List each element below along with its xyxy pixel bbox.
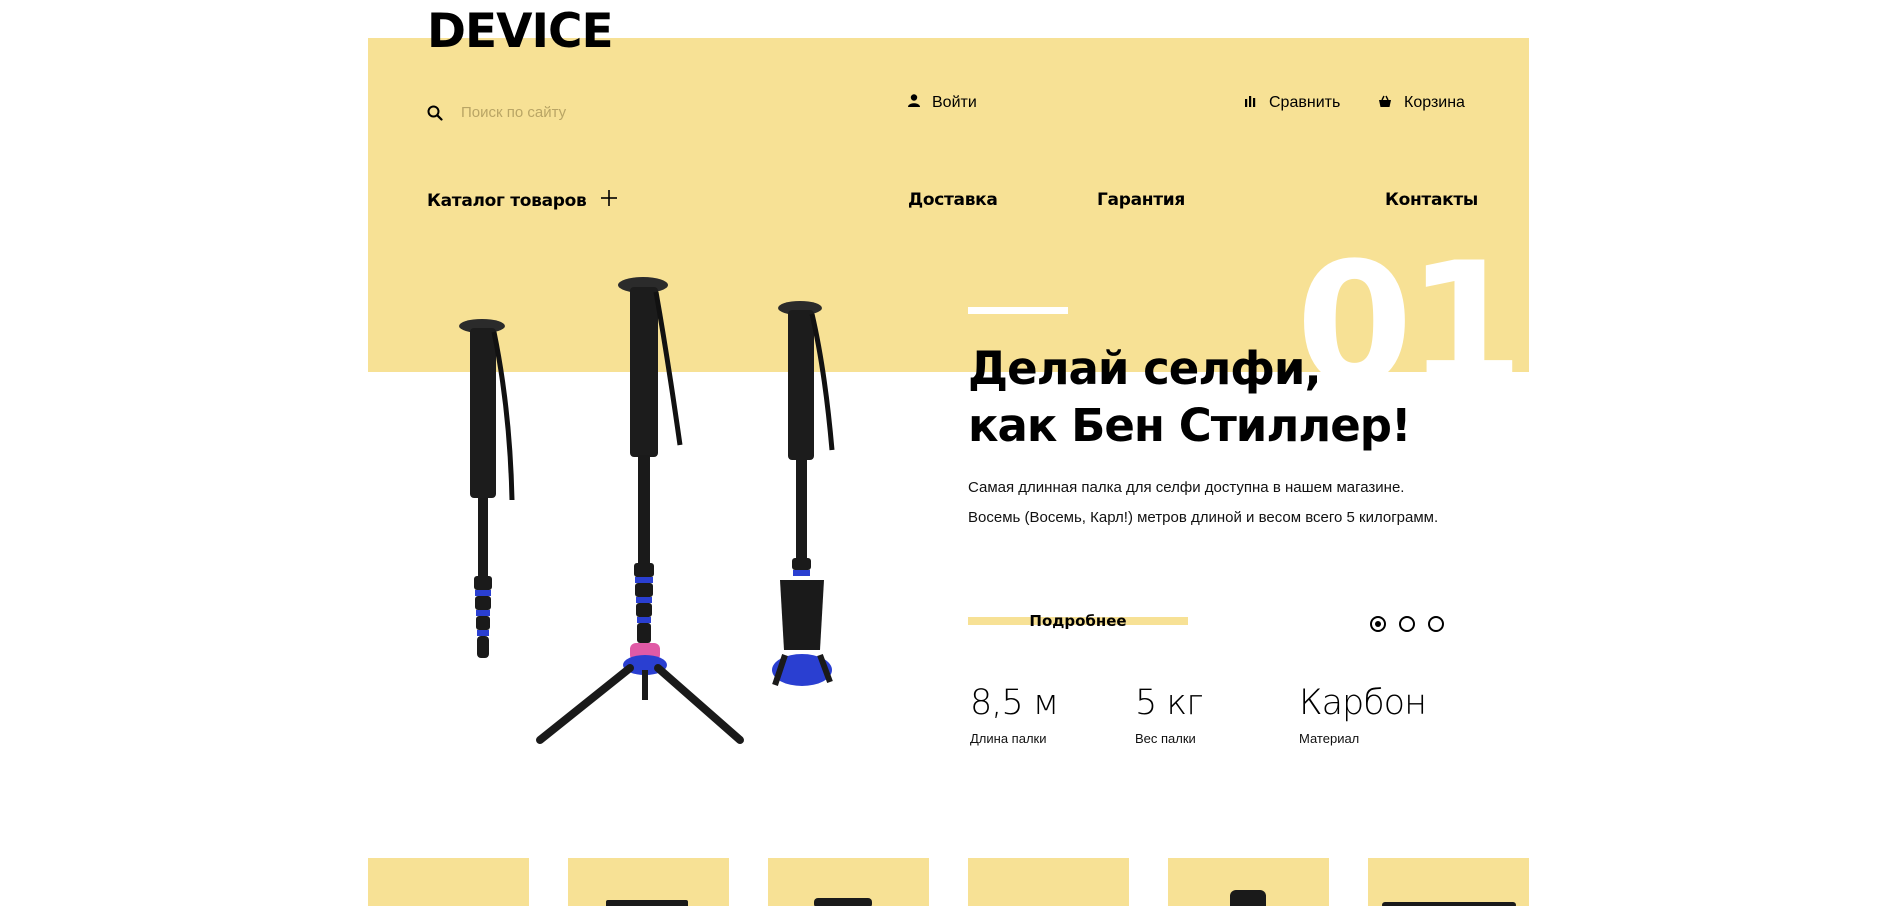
category-tile[interactable] xyxy=(768,858,929,906)
accent-line xyxy=(968,307,1068,314)
spec-caption: Материал xyxy=(1299,730,1360,746)
nav-contacts[interactable]: Контакты xyxy=(1385,190,1478,210)
plus-icon xyxy=(600,190,617,211)
monopod-right xyxy=(772,301,835,686)
catalog-menu[interactable]: Каталог товаров xyxy=(427,190,617,211)
headline-line-1: Делай селфи, xyxy=(968,342,1322,395)
slide-headline: Делай селфи, как Бен Стиллер! xyxy=(968,340,1412,454)
category-tile[interactable] xyxy=(968,858,1129,906)
category-icon xyxy=(1382,902,1516,906)
product-image-monopods xyxy=(440,270,860,770)
slider-dot-2[interactable] xyxy=(1399,616,1415,632)
monopod-left xyxy=(459,319,515,658)
bar-chart-icon xyxy=(1245,94,1257,112)
spec-weight: 5 кг Вес палки xyxy=(1135,683,1203,746)
page: DEVICE Войти Сравнить Корзина Каталог то… xyxy=(0,0,1897,906)
spec-material: Карбон Материал xyxy=(1299,683,1427,746)
nav-warranty[interactable]: Гарантия xyxy=(1097,190,1185,210)
site-logo[interactable]: DEVICE xyxy=(427,8,614,55)
search-bar xyxy=(427,104,661,121)
headline-line-2: как Бен Стиллер! xyxy=(968,399,1412,452)
spec-value: Карбон xyxy=(1299,683,1427,723)
spec-caption: Длина палки xyxy=(970,730,1047,746)
category-icon xyxy=(606,900,688,906)
spec-length: 8,5 м Длина палки xyxy=(970,683,1059,746)
slider-pagination xyxy=(1370,616,1444,632)
compare-link[interactable]: Сравнить xyxy=(1245,94,1340,112)
slider-dot-3[interactable] xyxy=(1428,616,1444,632)
more-button-label: Подробнее xyxy=(1029,612,1127,630)
login-label: Войти xyxy=(932,94,977,111)
category-tile[interactable] xyxy=(1168,858,1329,906)
search-icon[interactable] xyxy=(427,105,443,121)
compare-label: Сравнить xyxy=(1269,94,1341,111)
category-tile[interactable] xyxy=(368,858,529,906)
category-icon xyxy=(1230,890,1266,906)
category-icon xyxy=(814,898,872,906)
nav-delivery[interactable]: Доставка xyxy=(908,190,998,210)
category-tile[interactable] xyxy=(568,858,729,906)
cart-label: Корзина xyxy=(1404,94,1465,111)
spec-value: 5 кг xyxy=(1135,683,1203,723)
monopod-center xyxy=(536,277,744,744)
slide-description: Самая длинная палка для селфи доступна в… xyxy=(968,473,1488,533)
catalog-label: Каталог товаров xyxy=(427,190,587,211)
description-line-1: Самая длинная палка для селфи доступна в… xyxy=(968,479,1405,496)
basket-icon xyxy=(1378,94,1392,112)
slider-dot-1[interactable] xyxy=(1370,616,1386,632)
spec-caption: Вес палки xyxy=(1135,730,1196,746)
login-link[interactable]: Войти xyxy=(908,94,977,112)
spec-value: 8,5 м xyxy=(970,683,1059,723)
description-line-2: Восемь (Восемь, Карл!) метров длиной и в… xyxy=(968,509,1439,526)
more-button[interactable]: Подробнее xyxy=(968,610,1188,636)
cart-link[interactable]: Корзина xyxy=(1378,94,1465,112)
user-icon xyxy=(908,94,920,112)
category-tile[interactable] xyxy=(1368,858,1529,906)
search-input[interactable] xyxy=(461,104,661,121)
